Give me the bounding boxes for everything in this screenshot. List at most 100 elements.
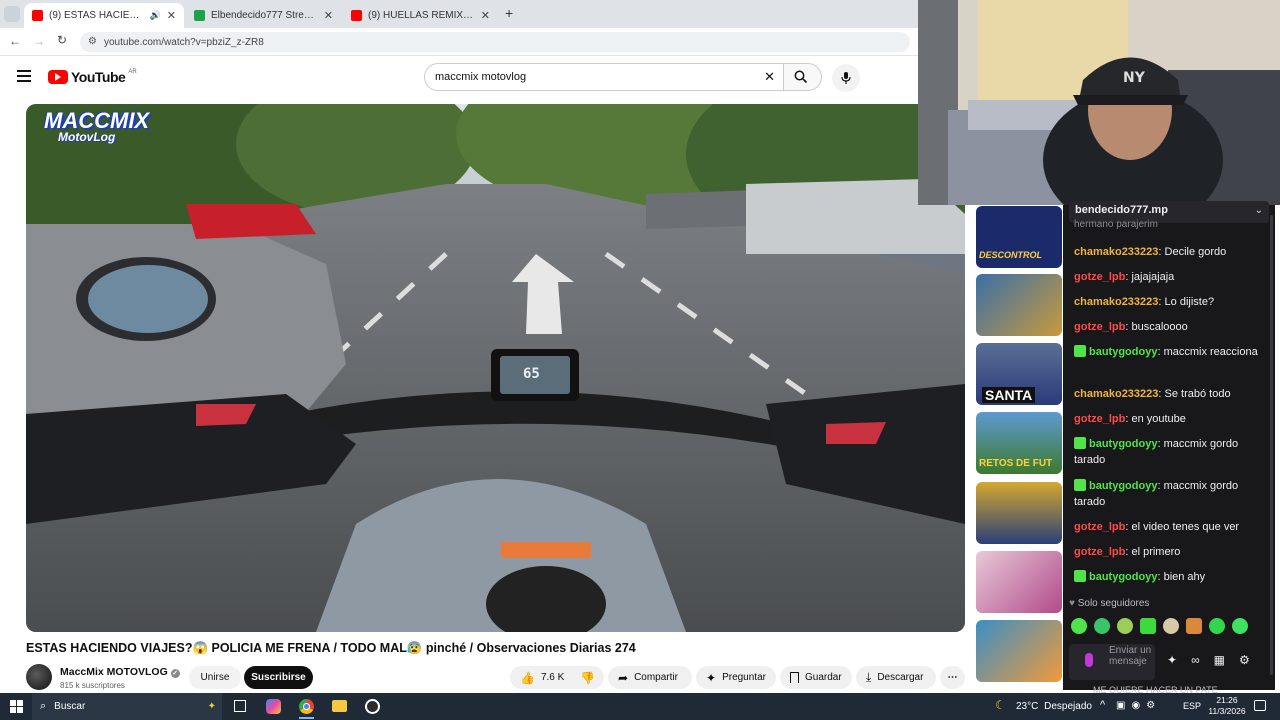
chat-username[interactable]: gotze_lpb [1074, 521, 1125, 533]
emote-icon[interactable] [1209, 618, 1225, 634]
share-button[interactable]: ➦ Compartir [608, 666, 692, 689]
copilot-icon[interactable] [266, 699, 281, 714]
channel-name-text: MaccMix MOTOVLOG [60, 666, 168, 678]
chat-scrollbar[interactable] [1270, 215, 1273, 675]
thumbs-up-icon[interactable]: 👍 [520, 671, 535, 685]
youtube-header: YouTube AR maccmix motovlog ✕ [0, 56, 918, 100]
recommended-video-thumbnail[interactable] [976, 551, 1062, 613]
file-explorer-icon[interactable] [332, 700, 347, 712]
svg-text:NY: NY [1123, 70, 1146, 86]
chat-username[interactable]: gotze_lpb [1074, 321, 1125, 333]
chevron-down-icon[interactable]: ⌄ [1255, 205, 1263, 216]
emote-icon[interactable] [1232, 618, 1248, 634]
browser-tab-youtube-video[interactable]: (9) ESTAS HACIENDO VIAJE 🔊 ✕ [24, 3, 184, 28]
chat-username[interactable]: chamako233223 [1074, 246, 1158, 258]
chat-username[interactable]: bautygodoyy [1089, 438, 1157, 450]
video-player[interactable]: 65 MACCMIX MotovLog [26, 104, 965, 632]
subscriber-count: 815 k suscriptores [60, 681, 125, 690]
subscribe-button[interactable]: Suscribirse [244, 666, 313, 689]
recommended-video-thumbnail[interactable] [976, 274, 1062, 336]
chat-username[interactable]: bautygodoyy [1089, 571, 1157, 583]
weather-widget[interactable]: 23°C Despejado [1016, 701, 1092, 712]
browser-address-bar: ← → ↻ ⚙ youtube.com/watch?v=pbziZ_z-ZR8 [0, 28, 918, 56]
chat-username[interactable]: bautygodoyy [1089, 346, 1157, 358]
store-icon[interactable]: ▦ [1214, 653, 1225, 667]
search-button[interactable] [784, 63, 822, 91]
thumbs-down-icon[interactable]: 👎 [580, 671, 595, 685]
emote-icon[interactable] [1186, 618, 1202, 634]
chrome-icon[interactable] [299, 699, 314, 714]
chat-message: bautygodoyy: bien ahy [1074, 569, 1270, 585]
infinity-icon[interactable]: ∞ [1191, 653, 1200, 667]
emote-icon[interactable] [1094, 618, 1110, 634]
tray-chevron-icon[interactable]: ^ [1100, 699, 1105, 711]
site-info-icon[interactable]: ⚙ [88, 36, 97, 47]
task-view-icon[interactable] [234, 700, 246, 712]
chat-input[interactable]: Enviar un mensaje [1069, 644, 1155, 680]
close-tab-icon[interactable]: ✕ [167, 9, 176, 22]
recommended-video-thumbnail[interactable]: DESCONTROL [976, 206, 1062, 268]
chat-username[interactable]: chamako233223 [1074, 388, 1158, 400]
chat-message: bautygodoyy: maccmix gordo tarado [1074, 437, 1239, 466]
browser-tab-huellas-remix[interactable]: (9) HUELLAS REMIX- MM LA DI ✕ [343, 3, 498, 28]
new-tab-button[interactable]: + [505, 5, 513, 21]
reload-icon[interactable]: ↻ [57, 33, 67, 47]
recommended-video-thumbnail[interactable] [976, 482, 1062, 544]
chat-username[interactable]: gotze_lpb [1074, 413, 1125, 425]
clock[interactable]: 21:26 11/3/2026 [1208, 695, 1246, 717]
emote-icon[interactable] [1071, 618, 1087, 634]
search-input-value: maccmix motovlog [435, 71, 527, 83]
chat-username[interactable]: gotze_lpb [1074, 271, 1125, 283]
more-actions-button[interactable]: ⋯ [940, 666, 965, 689]
system-tray-icons: ▣ ◉ ⚙ [1116, 700, 1155, 711]
browser-tab-kick-stream[interactable]: Elbendecido777 Stream - Watc ✕ [186, 3, 341, 28]
gear-icon[interactable]: ⚙ [1239, 653, 1250, 667]
followers-only-text: Solo seguidores [1077, 598, 1150, 609]
channel-avatar[interactable] [26, 664, 52, 690]
forward-arrow-icon[interactable]: → [33, 34, 45, 48]
youtube-logo[interactable]: YouTube AR [48, 69, 137, 85]
emote-icon[interactable] [1163, 618, 1179, 634]
emote-icon[interactable] [1117, 618, 1133, 634]
video-frame [26, 104, 965, 632]
chat-text: jajajajaja [1131, 271, 1175, 283]
points-icon[interactable]: ✦ [1167, 653, 1177, 667]
chat-username[interactable]: gotze_lpb [1074, 546, 1125, 558]
emote-icon[interactable] [1140, 618, 1156, 634]
chat-username[interactable]: chamako233223 [1074, 296, 1158, 308]
clock-time: 21:26 [1216, 695, 1238, 705]
tab-list-dropdown-button[interactable] [4, 6, 20, 22]
tray-app-icon[interactable]: ⚙ [1146, 700, 1155, 711]
language-indicator[interactable]: ESP [1183, 701, 1201, 711]
windows-start-icon[interactable] [10, 700, 23, 713]
url-field[interactable]: ⚙ youtube.com/watch?v=pbziZ_z-ZR8 [80, 32, 910, 52]
search-input[interactable]: maccmix motovlog ✕ [424, 63, 784, 91]
join-button[interactable]: Unirse [189, 666, 241, 689]
notifications-icon[interactable] [1254, 700, 1266, 711]
close-tab-icon[interactable]: ✕ [481, 9, 490, 22]
chat-username[interactable]: bautygodoyy [1089, 480, 1157, 492]
voice-search-button[interactable] [832, 64, 860, 92]
recommended-video-thumbnail[interactable]: SANTA [976, 343, 1062, 405]
download-button[interactable]: ⤓ Descargar [856, 666, 936, 689]
ask-button[interactable]: ✦ Preguntar [696, 666, 776, 689]
like-count[interactable]: 7.6 K [541, 672, 564, 683]
tray-app-icon[interactable]: ▣ [1116, 700, 1125, 711]
chat-message: bautygodoyy: maccmix gordo tarado [1074, 479, 1239, 508]
back-arrow-icon[interactable]: ← [9, 34, 21, 48]
chat-text: el video tenes que ver [1131, 521, 1240, 533]
taskbar-search[interactable]: ⌕ Buscar ✦ [32, 693, 222, 720]
subscribe-label: Suscribirse [251, 672, 306, 683]
chat-message: chamako233223: Se trabó todo [1074, 388, 1231, 400]
save-button[interactable]: Guardar [780, 666, 852, 689]
clear-search-icon[interactable]: ✕ [764, 69, 775, 85]
close-tab-icon[interactable]: ✕ [324, 9, 333, 22]
obs-icon[interactable] [365, 699, 380, 714]
tray-app-icon[interactable]: ◉ [1131, 700, 1140, 711]
heart-icon: ♥ [1069, 598, 1075, 609]
recommended-video-thumbnail[interactable]: RETOS DE FUT [976, 412, 1062, 474]
microphone-icon[interactable] [1085, 653, 1093, 667]
channel-name[interactable]: MaccMix MOTOVLOG ✓ [60, 666, 180, 678]
recommended-video-thumbnail[interactable] [976, 620, 1062, 682]
hamburger-menu-icon[interactable] [17, 70, 31, 82]
